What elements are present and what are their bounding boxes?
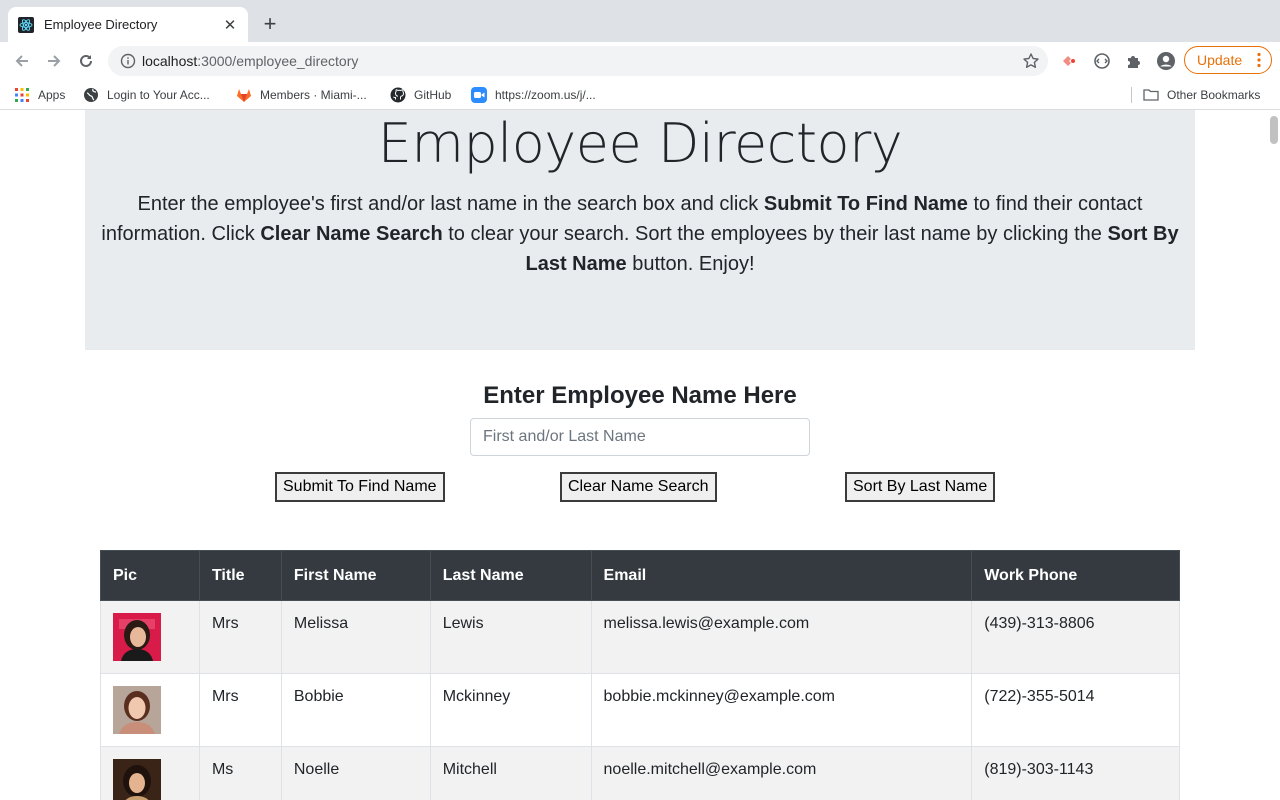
react-logo-icon — [18, 16, 34, 33]
employee-table: Pic Title First Name Last Name Email Wor… — [100, 550, 1180, 800]
browser-toolbar: localhost:3000/employee_directory Update — [0, 42, 1280, 80]
bookmark-gitlab-members[interactable]: Members · Miami-... — [236, 86, 367, 104]
column-header-work-phone[interactable]: Work Phone — [971, 550, 1180, 601]
url-host: localhost — [142, 53, 198, 69]
bookmark-label: Other Bookmarks — [1167, 88, 1261, 102]
intro-text-part: button. Enjoy! — [626, 253, 755, 275]
intro-text: Enter the employee's first and/or last n… — [85, 189, 1195, 279]
column-header-pic[interactable]: Pic — [100, 550, 200, 601]
bookmark-star-icon[interactable] — [1022, 52, 1040, 70]
forward-arrow-icon[interactable] — [42, 49, 66, 73]
new-tab-icon[interactable]: + — [260, 13, 280, 35]
jumbotron-header: Employee Directory Enter the employee's … — [85, 110, 1195, 350]
browser-tabstrip: Employee Directory ✕ + — [0, 0, 1280, 42]
bookmark-label: Apps — [38, 88, 66, 102]
intro-text-part: to clear your search. Sort the employees… — [442, 223, 1108, 245]
intro-bold-clear: Clear Name Search — [260, 223, 443, 245]
employee-search-input[interactable] — [470, 418, 810, 456]
browser-tab-active[interactable]: Employee Directory ✕ — [8, 7, 248, 42]
last-name-cell: Mitchell — [429, 746, 592, 800]
site-info-icon[interactable] — [120, 53, 136, 69]
bookmarks-separator — [1131, 87, 1132, 103]
email-cell: bobbie.mckinney@example.com — [590, 673, 973, 747]
employee-photo — [113, 613, 161, 661]
column-header-first-name[interactable]: First Name — [280, 550, 431, 601]
gitlab-icon — [237, 89, 251, 102]
github-icon — [390, 87, 406, 103]
first-name-cell: Bobbie — [280, 673, 431, 747]
sort-by-last-name-button[interactable]: Sort By Last Name — [845, 472, 996, 502]
page-viewport: Employee Directory Enter the employee's … — [0, 110, 1280, 800]
address-bar[interactable]: localhost:3000/employee_directory — [108, 46, 1048, 76]
table-header-row: Pic Title First Name Last Name Email Wor… — [100, 550, 1180, 601]
reload-icon[interactable] — [74, 49, 98, 73]
title-cell: Mrs — [198, 600, 282, 674]
pic-cell — [100, 746, 200, 800]
bookmark-label: https://zoom.us/j/... — [495, 88, 596, 102]
submit-find-name-button[interactable]: Submit To Find Name — [275, 472, 445, 502]
column-header-email[interactable]: Email — [590, 550, 973, 601]
title-cell: Mrs — [198, 673, 282, 747]
employee-photo — [113, 759, 161, 800]
page-title: Employee Directory — [377, 112, 903, 175]
extension-red-icon[interactable] — [1058, 50, 1080, 72]
bookmark-label: GitHub — [414, 88, 452, 102]
tab-title: Employee Directory — [44, 17, 158, 32]
pic-cell — [100, 673, 200, 747]
more-vert-icon — [1257, 52, 1261, 68]
close-tab-icon[interactable]: ✕ — [222, 17, 238, 34]
extensions-puzzle-icon[interactable] — [1123, 50, 1145, 72]
bookmark-apps[interactable]: Apps — [14, 86, 65, 104]
phone-cell: (819)-303-1143 — [971, 746, 1180, 800]
email-cell: noelle.mitchell@example.com — [590, 746, 973, 800]
table-row: Mrs Melissa Lewis melissa.lewis@example.… — [100, 600, 1180, 674]
page-scrollbar[interactable] — [1270, 116, 1278, 144]
bookmarks-bar: Apps Login to Your Acc... Members · Miam… — [0, 80, 1280, 110]
column-header-last-name[interactable]: Last Name — [429, 550, 592, 601]
employee-photo — [113, 686, 161, 734]
update-button[interactable]: Update — [1184, 46, 1272, 74]
profile-avatar-icon[interactable] — [1155, 50, 1177, 72]
globe-icon — [84, 88, 98, 102]
phone-cell: (439)-313-8806 — [971, 600, 1180, 674]
intro-bold-submit: Submit To Find Name — [763, 193, 968, 215]
table-row: Ms Noelle Mitchell noelle.mitchell@examp… — [100, 746, 1180, 800]
url-path: :3000/employee_directory — [197, 53, 359, 69]
bookmark-zoom[interactable]: https://zoom.us/j/... — [471, 86, 596, 104]
clear-name-search-button[interactable]: Clear Name Search — [560, 472, 717, 502]
column-header-title[interactable]: Title — [198, 550, 282, 601]
email-cell: melissa.lewis@example.com — [590, 600, 973, 674]
folder-icon — [1143, 89, 1159, 101]
first-name-cell: Melissa — [280, 600, 431, 674]
extension-devtools-icon[interactable] — [1091, 50, 1113, 72]
apps-grid-icon — [15, 88, 29, 102]
bookmark-other-folder[interactable]: Other Bookmarks — [1143, 86, 1260, 104]
pic-cell — [100, 600, 200, 674]
bookmark-github[interactable]: GitHub — [390, 86, 451, 104]
last-name-cell: Lewis — [429, 600, 592, 674]
zoom-icon — [471, 87, 487, 103]
intro-text-part: Enter the employee's first and/or last n… — [137, 193, 764, 215]
phone-cell: (722)-355-5014 — [971, 673, 1180, 747]
bookmark-label: Login to Your Acc... — [107, 88, 210, 102]
bookmark-login[interactable]: Login to Your Acc... — [83, 86, 210, 104]
search-heading: Enter Employee Name Here — [483, 382, 797, 409]
title-cell: Ms — [198, 746, 282, 800]
first-name-cell: Noelle — [280, 746, 431, 800]
back-arrow-icon[interactable] — [10, 49, 34, 73]
table-row: Mrs Bobbie Mckinney bobbie.mckinney@exam… — [100, 673, 1180, 747]
update-label: Update — [1197, 52, 1243, 68]
last-name-cell: Mckinney — [429, 673, 592, 747]
bookmark-label: Members · Miami-... — [260, 88, 367, 102]
